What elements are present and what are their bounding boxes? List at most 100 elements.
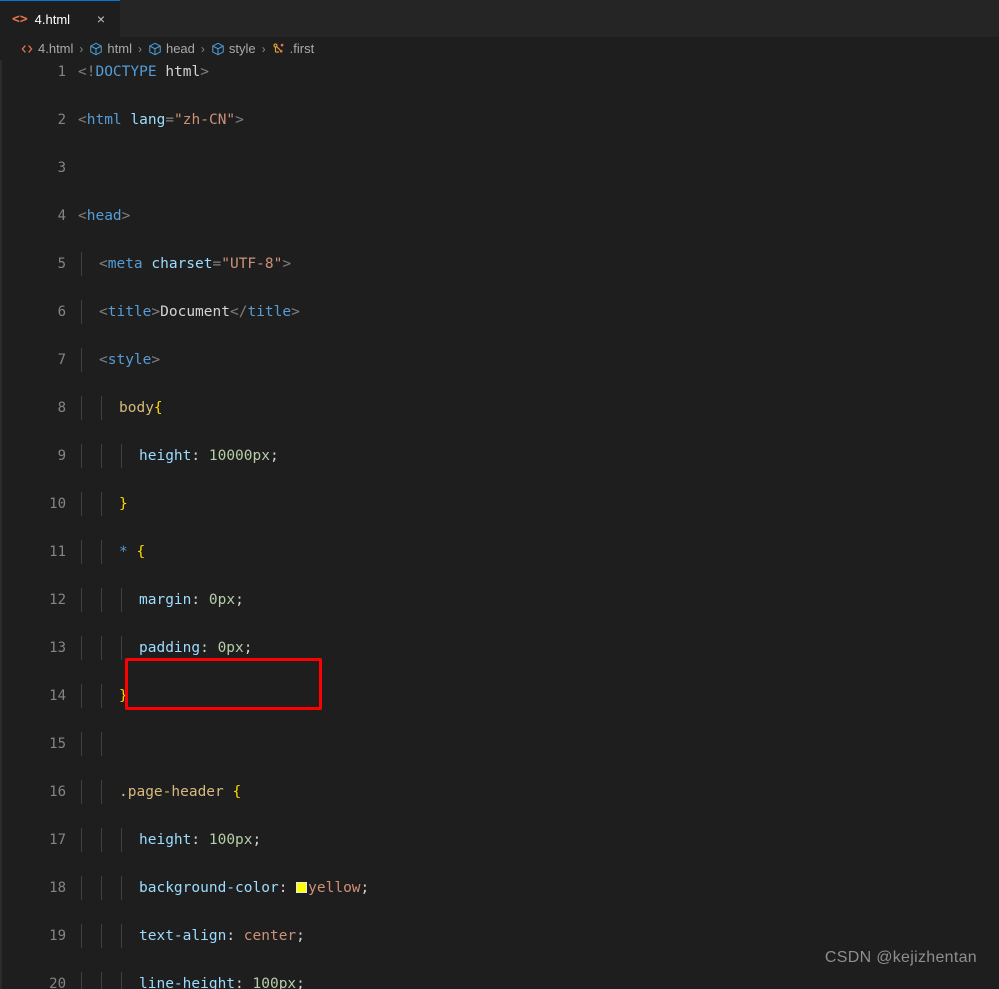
line-content: text-align: center;	[139, 928, 305, 944]
indent-guide	[81, 252, 82, 276]
indent-guide	[121, 972, 122, 989]
line-number: 4	[57, 208, 66, 224]
indent-guide	[81, 924, 82, 948]
line-number: 14	[49, 688, 66, 704]
code-line[interactable]: 5 <meta charset="UTF-8">	[0, 252, 999, 276]
breadcrumb-item-html[interactable]: html	[89, 41, 132, 56]
indent-guide	[121, 636, 122, 660]
line-number: 17	[49, 832, 66, 848]
indent-guide	[121, 876, 122, 900]
indent-guide	[121, 588, 122, 612]
indent-guide	[81, 348, 82, 372]
indent-guide	[121, 924, 122, 948]
css-selector-icon	[272, 42, 286, 56]
breadcrumb-separator: ›	[200, 41, 205, 56]
line-number: 2	[57, 112, 66, 128]
line-content: <html lang="zh-CN">	[78, 112, 244, 128]
code-line[interactable]: 11 * {	[0, 540, 999, 564]
indent-guide	[81, 684, 82, 708]
code-line[interactable]: 6 <title>Document</title>	[0, 300, 999, 324]
indent-guide	[81, 636, 82, 660]
indent-guide	[101, 588, 102, 612]
indent-guide	[101, 444, 102, 468]
code-editor[interactable]: 1 <!DOCTYPE html> 2 <html lang="zh-CN"> …	[0, 60, 999, 989]
line-number: 5	[57, 256, 66, 272]
breadcrumb-label: 4.html	[38, 41, 74, 56]
code-line[interactable]: 2 <html lang="zh-CN">	[0, 108, 999, 132]
line-content: }	[119, 688, 128, 704]
indent-guide	[81, 876, 82, 900]
close-icon[interactable]: ×	[92, 11, 110, 27]
indent-guide	[101, 492, 102, 516]
line-number: 16	[49, 784, 66, 800]
html-element-icon	[211, 42, 225, 56]
code-line[interactable]: 13 padding: 0px;	[0, 636, 999, 660]
code-line[interactable]: 7 <style>	[0, 348, 999, 372]
breadcrumb-item-style[interactable]: style	[211, 41, 256, 56]
line-content: <!DOCTYPE html>	[78, 64, 209, 80]
line-number: 13	[49, 640, 66, 656]
tab-bar-empty-area	[120, 0, 999, 37]
code-line[interactable]: 8 body{	[0, 396, 999, 420]
code-line[interactable]: 16 .page-header {	[0, 780, 999, 804]
indent-guide	[101, 732, 102, 756]
code-line[interactable]: 15	[0, 732, 999, 756]
indent-guide	[101, 636, 102, 660]
breadcrumb-label: style	[228, 41, 256, 56]
line-content: .page-header {	[119, 784, 242, 800]
indent-guide	[121, 444, 122, 468]
indent-guide	[101, 828, 102, 852]
code-line[interactable]: 17 height: 100px;	[0, 828, 999, 852]
breadcrumb-separator: ›	[261, 41, 266, 56]
code-line[interactable]: 4 <head>	[0, 204, 999, 228]
indent-guide	[81, 396, 82, 420]
html-element-icon	[148, 42, 162, 56]
code-line[interactable]: 1 <!DOCTYPE html>	[0, 60, 999, 84]
line-content: <head>	[78, 208, 131, 224]
code-line[interactable]: 10 }	[0, 492, 999, 516]
html-file-icon	[20, 42, 34, 56]
indent-guide	[81, 780, 82, 804]
line-number: 11	[49, 544, 66, 560]
line-content: height: 100px;	[139, 832, 262, 848]
breadcrumb-label: .first	[289, 41, 315, 56]
line-content: height: 10000px;	[139, 448, 279, 464]
tab-4-html[interactable]: <> 4.html ×	[0, 0, 120, 37]
indent-guide	[81, 492, 82, 516]
line-content: <style>	[99, 352, 161, 368]
line-content: background-color: yellow;	[139, 880, 370, 896]
indent-guide	[81, 828, 82, 852]
line-number: 12	[49, 592, 66, 608]
indent-guide	[101, 684, 102, 708]
breadcrumb-item-head[interactable]: head	[148, 41, 195, 56]
watermark: CSDN @kejizhentan	[824, 949, 977, 966]
line-content: <meta charset="UTF-8">	[99, 256, 292, 272]
code-line[interactable]: 9 height: 10000px;	[0, 444, 999, 468]
indent-guide	[81, 300, 82, 324]
line-number: 9	[57, 448, 66, 464]
indent-guide	[101, 780, 102, 804]
indent-guide	[101, 396, 102, 420]
code-line[interactable]: 14 }	[0, 684, 999, 708]
line-content: * {	[119, 544, 146, 560]
breadcrumb-separator: ›	[137, 41, 142, 56]
breadcrumb-item-first[interactable]: .first	[272, 41, 315, 56]
indent-guide	[81, 972, 82, 989]
breadcrumb-label: head	[165, 41, 195, 56]
color-swatch-yellow[interactable]	[296, 882, 308, 893]
line-content: body{	[119, 400, 163, 416]
code-line[interactable]: 20 line-height: 100px;	[0, 972, 999, 989]
code-line[interactable]: 3	[0, 156, 999, 180]
line-number: 15	[49, 736, 66, 752]
code-line[interactable]: 19 text-align: center;	[0, 924, 999, 948]
line-number: 20	[49, 976, 66, 989]
line-content: <title>Document</title>	[99, 304, 300, 320]
indent-guide	[101, 924, 102, 948]
code-line[interactable]: 18 background-color: yellow;	[0, 876, 999, 900]
line-number: 7	[57, 352, 66, 368]
indent-guide	[81, 732, 82, 756]
html-element-icon	[89, 42, 103, 56]
code-line[interactable]: 12 margin: 0px;	[0, 588, 999, 612]
line-number: 1	[57, 64, 66, 80]
breadcrumb-item-file[interactable]: 4.html	[20, 41, 73, 56]
